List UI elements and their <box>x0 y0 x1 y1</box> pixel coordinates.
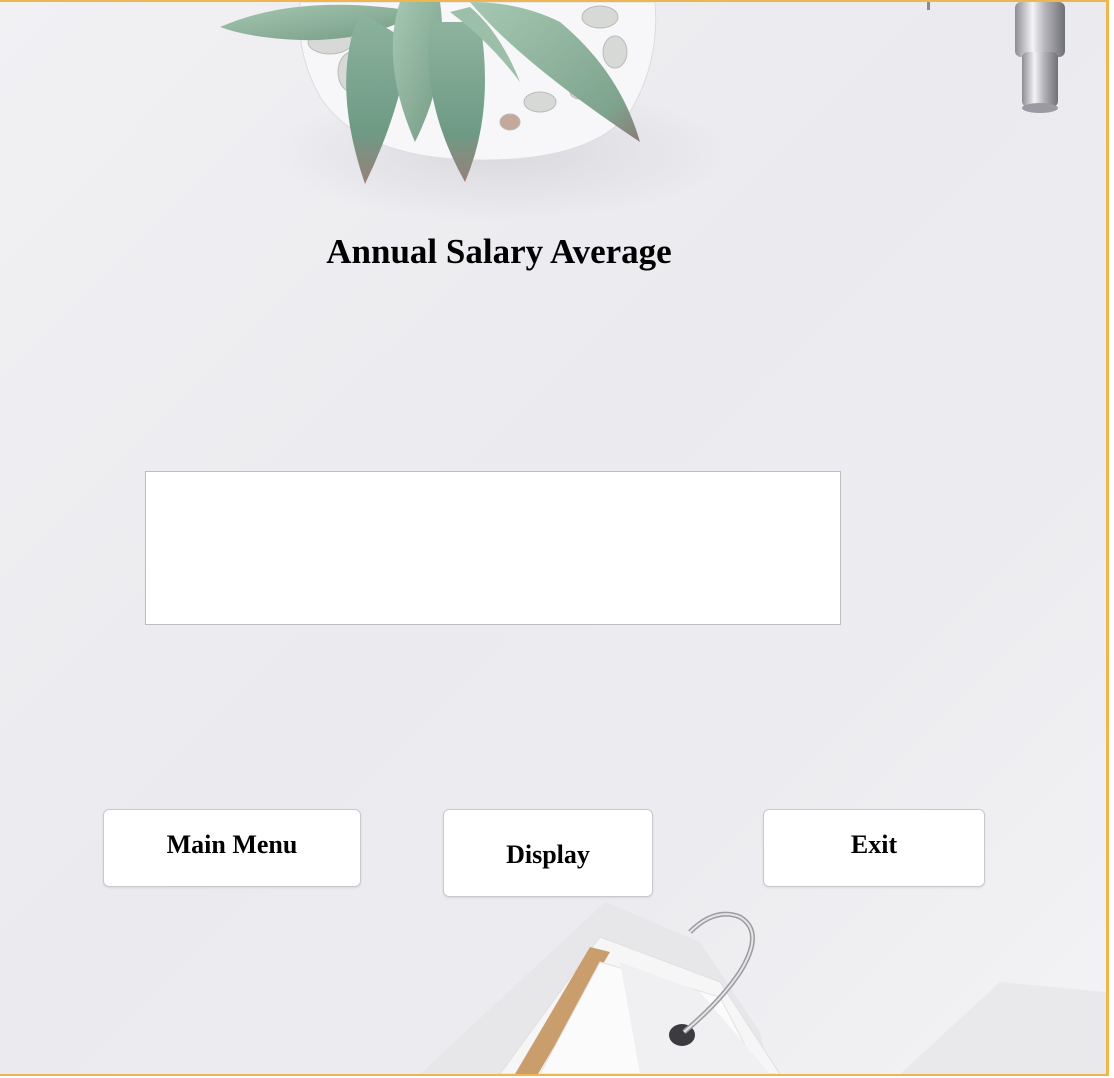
main-menu-button-label: Main Menu <box>166 830 298 859</box>
app-window: Annual Salary Average Main Menu Display … <box>0 0 1109 1076</box>
display-button[interactable]: Display <box>443 809 653 897</box>
exit-button[interactable]: Exit <box>763 809 985 887</box>
display-button-label: Display <box>506 840 590 869</box>
ring-bound-cards <box>420 902 1106 1074</box>
main-menu-button[interactable]: Main Menu <box>103 809 361 887</box>
result-output-field[interactable] <box>145 471 841 625</box>
pen-cap <box>927 2 1065 113</box>
page-title: Annual Salary Average <box>326 232 672 271</box>
exit-button-label: Exit <box>850 830 898 859</box>
